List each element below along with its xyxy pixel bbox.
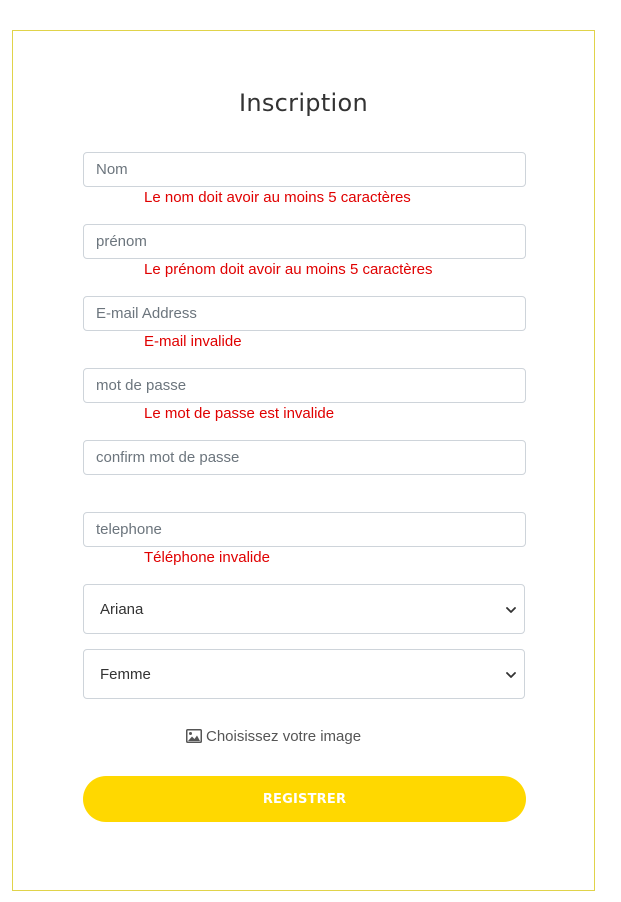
email-input[interactable] bbox=[83, 296, 526, 331]
password-error: Le mot de passe est invalide bbox=[144, 405, 335, 422]
telephone-input[interactable] bbox=[83, 512, 526, 547]
chevron-down-icon bbox=[506, 672, 516, 678]
telephone-error: Téléphone invalide bbox=[144, 549, 270, 566]
prenom-input[interactable] bbox=[83, 224, 526, 259]
image-icon bbox=[186, 729, 202, 743]
gender-select-value: Femme bbox=[100, 666, 151, 683]
prenom-error: Le prénom doit avoir au moins 5 caractèr… bbox=[144, 261, 433, 278]
city-select[interactable]: Ariana bbox=[83, 584, 525, 634]
password-input[interactable] bbox=[83, 368, 526, 403]
page-title: Inscription bbox=[238, 89, 369, 117]
city-select-value: Ariana bbox=[100, 601, 144, 618]
nom-input[interactable] bbox=[83, 152, 526, 187]
nom-error: Le nom doit avoir au moins 5 caractères bbox=[144, 189, 411, 206]
register-button[interactable]: REGISTRER bbox=[83, 776, 526, 822]
gender-select[interactable]: Femme bbox=[83, 649, 525, 699]
image-upload[interactable]: Choisissez votre image bbox=[186, 726, 361, 746]
chevron-down-icon bbox=[506, 607, 516, 613]
confirm-password-input[interactable] bbox=[83, 440, 526, 475]
image-upload-label: Choisissez votre image bbox=[206, 727, 362, 745]
registration-card: Inscription Le nom doit avoir au moins 5… bbox=[12, 30, 595, 891]
email-error: E-mail invalide bbox=[144, 333, 242, 350]
